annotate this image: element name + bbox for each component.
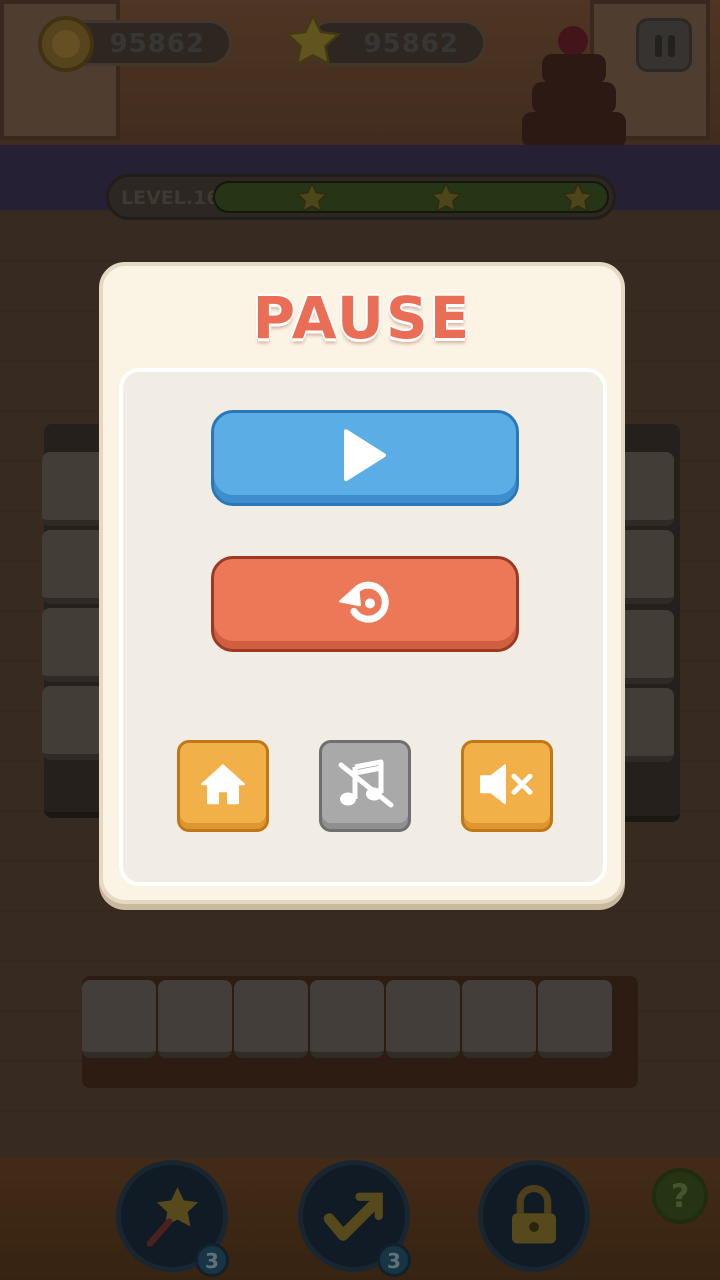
music-off-icon [338, 759, 394, 808]
restart-button[interactable] [211, 556, 519, 652]
restart-icon [339, 581, 389, 623]
play-icon [344, 429, 386, 482]
pause-dialog: PAUSE [99, 262, 625, 904]
home-icon [201, 764, 245, 805]
dialog-title: PAUSE [252, 284, 472, 352]
music-toggle-button[interactable] [319, 740, 411, 832]
home-button[interactable] [177, 740, 269, 832]
sound-mute-icon [480, 764, 533, 805]
dialog-content-panel [119, 368, 607, 886]
sound-toggle-button[interactable] [461, 740, 553, 832]
resume-button[interactable] [211, 410, 519, 506]
